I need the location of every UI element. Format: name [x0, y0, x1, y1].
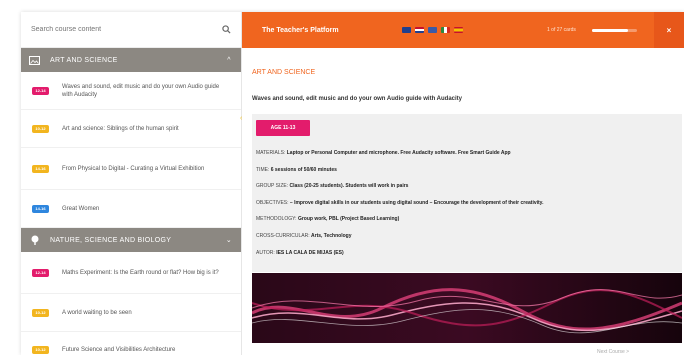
flag-es-icon[interactable]: [454, 27, 463, 33]
meta-time: TIME: 6 sessions of 50/60 minutes: [256, 167, 337, 173]
meta-value: – Improve digital skills in our students…: [289, 200, 544, 206]
meta-value: Arts, Technology: [311, 233, 352, 239]
progress-fill: [592, 28, 628, 32]
flag-eu-icon[interactable]: [428, 27, 437, 33]
age-badge: 14-16: [32, 204, 49, 213]
item-title: Future Science and Visibilities Architec…: [62, 346, 176, 353]
tree-icon: [29, 235, 40, 245]
search-input[interactable]: [31, 26, 221, 33]
meta-objectives: OBJECTIVES: – Improve digital skills in …: [256, 200, 543, 206]
item-title: Maths Experiment: Is the Earth round or …: [62, 269, 219, 276]
age-badge: 12-14: [32, 86, 49, 95]
meta-cross-curricular: CROSS-CURRICULAR: Arts, Technology: [256, 233, 351, 239]
item-title: From Physical to Digital - Curating a Vi…: [62, 165, 205, 172]
list-item[interactable]: 12-14 Waves and sound, edit music and do…: [21, 72, 241, 110]
app-window: ART AND SCIENCE ^ 12-14 Waves and sound,…: [21, 12, 684, 355]
item-title: Art and science: Siblings of the human s…: [62, 125, 179, 132]
meta-methodology: METHODOLOGY: Group work, PBL (Project Ba…: [256, 216, 399, 222]
section-header-art-and-science[interactable]: ART AND SCIENCE ^: [21, 48, 241, 72]
meta-label: AUTOR:: [256, 250, 275, 256]
meta-group-size: GROUP SIZE: Class (20-25 students). Stud…: [256, 183, 408, 189]
meta-value: Group work, PBL (Project Based Learning): [297, 216, 400, 222]
section-label: NATURE, SCIENCE AND BIOLOGY: [50, 236, 172, 244]
top-bar: The Teacher's Platform 1 of 27 cards ×: [242, 12, 684, 48]
search-icon[interactable]: [221, 25, 231, 35]
flag-nl-icon[interactable]: [415, 27, 424, 33]
age-badge: 10-12: [32, 308, 49, 317]
language-selector: [402, 27, 463, 33]
meta-label: METHODOLOGY:: [256, 216, 297, 222]
course-info-panel: AGE 11-13 MATERIALS: Laptop or Personal …: [252, 114, 682, 272]
course-detail: The Teacher's Platform 1 of 27 cards × ‹…: [240, 12, 684, 355]
section-header-nature-science-biology[interactable]: NATURE, SCIENCE AND BIOLOGY ⌄: [21, 228, 241, 252]
meta-label: MATERIALS:: [256, 150, 286, 156]
flag-uk-icon[interactable]: [402, 27, 411, 33]
chevron-down-icon: ⌄: [225, 237, 233, 244]
image-icon: [29, 55, 40, 65]
list-item[interactable]: 10-12 A world waiting to be seen: [21, 294, 241, 332]
meta-value: 6 sessions of 50/60 minutes: [270, 167, 337, 173]
list-item[interactable]: 14-16 Great Women: [21, 190, 241, 228]
search-bar: [21, 12, 241, 48]
platform-title: The Teacher's Platform: [262, 26, 339, 34]
card-counter: 1 of 27 cards: [547, 27, 576, 33]
item-title: Great Women: [62, 205, 100, 212]
progress-bar: [592, 28, 637, 32]
meta-value: Laptop or Personal Computer and micropho…: [286, 150, 511, 156]
meta-label: OBJECTIVES:: [256, 200, 289, 206]
meta-value: IES LA CALA DE MIJAS (ES): [276, 250, 344, 256]
close-button[interactable]: ×: [654, 12, 684, 48]
age-badge: 10-12: [32, 345, 49, 354]
section-title: ART AND SCIENCE: [252, 69, 316, 76]
age-badge: 10-12: [32, 124, 49, 133]
list-item[interactable]: 14-16 From Physical to Digital - Curatin…: [21, 148, 241, 190]
sound-wave-banner-image: [252, 273, 682, 343]
age-badge: AGE 11-13: [256, 120, 310, 136]
meta-materials: MATERIALS: Laptop or Personal Computer a…: [256, 150, 511, 156]
meta-label: TIME:: [256, 167, 270, 173]
course-sidebar: ART AND SCIENCE ^ 12-14 Waves and sound,…: [21, 12, 242, 355]
list-item[interactable]: 12-14 Maths Experiment: Is the Earth rou…: [21, 252, 241, 294]
meta-label: CROSS-CURRICULAR:: [256, 233, 310, 239]
age-badge: 12-14: [32, 268, 49, 277]
section-label: ART AND SCIENCE: [50, 56, 118, 64]
meta-author: AUTOR: IES LA CALA DE MIJAS (ES): [256, 250, 344, 256]
flag-it-icon[interactable]: [441, 27, 450, 33]
meta-value: Class (20-25 students). Students will wo…: [289, 183, 409, 189]
item-title: A world waiting to be seen: [62, 309, 132, 316]
age-badge: 14-16: [32, 164, 49, 173]
next-course-link[interactable]: Next Course >: [597, 349, 629, 355]
course-title: Waves and sound, edit music and do your …: [252, 96, 463, 102]
item-title: Waves and sound, edit music and do your …: [62, 83, 220, 98]
list-item[interactable]: 10-12 Future Science and Visibilities Ar…: [21, 332, 241, 355]
chevron-up-icon: ^: [227, 56, 231, 64]
meta-label: GROUP SIZE:: [256, 183, 289, 189]
collapse-arrow-icon[interactable]: ‹: [240, 115, 242, 122]
list-item[interactable]: 10-12 Art and science: Siblings of the h…: [21, 110, 241, 148]
